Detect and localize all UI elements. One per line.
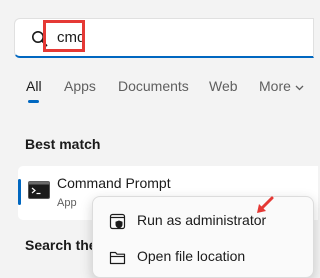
- menu-item-run-as-administrator[interactable]: Run as administrator: [93, 204, 313, 238]
- annotation-arrow-icon: [257, 196, 274, 213]
- tab-more[interactable]: More: [259, 76, 304, 96]
- tab-documents[interactable]: Documents: [118, 76, 189, 96]
- command-prompt-app-icon: [28, 181, 50, 199]
- menu-item-open-file-location[interactable]: Open file location: [93, 240, 313, 274]
- selected-result-indicator: [18, 179, 21, 205]
- shield-admin-icon: [109, 213, 126, 230]
- annotation-highlight-box: [43, 20, 85, 52]
- search-the-web-heading: Search the: [25, 237, 97, 253]
- menu-item-label: Run as administrator: [137, 212, 267, 228]
- result-type: App: [57, 197, 77, 209]
- tab-all[interactable]: All: [26, 76, 42, 96]
- folder-icon: [109, 251, 126, 265]
- tab-apps[interactable]: Apps: [64, 76, 96, 96]
- context-menu: Run as administrator Open file location: [92, 196, 314, 278]
- active-tab-indicator: [28, 100, 39, 103]
- best-match-heading: Best match: [25, 136, 101, 152]
- tab-more-label: More: [259, 78, 291, 94]
- filter-tabs: All Apps Documents Web More: [0, 76, 304, 106]
- result-title: Command Prompt: [57, 175, 171, 191]
- chevron-down-icon: [295, 85, 304, 91]
- tab-web[interactable]: Web: [209, 76, 238, 96]
- menu-item-label: Open file location: [137, 248, 246, 264]
